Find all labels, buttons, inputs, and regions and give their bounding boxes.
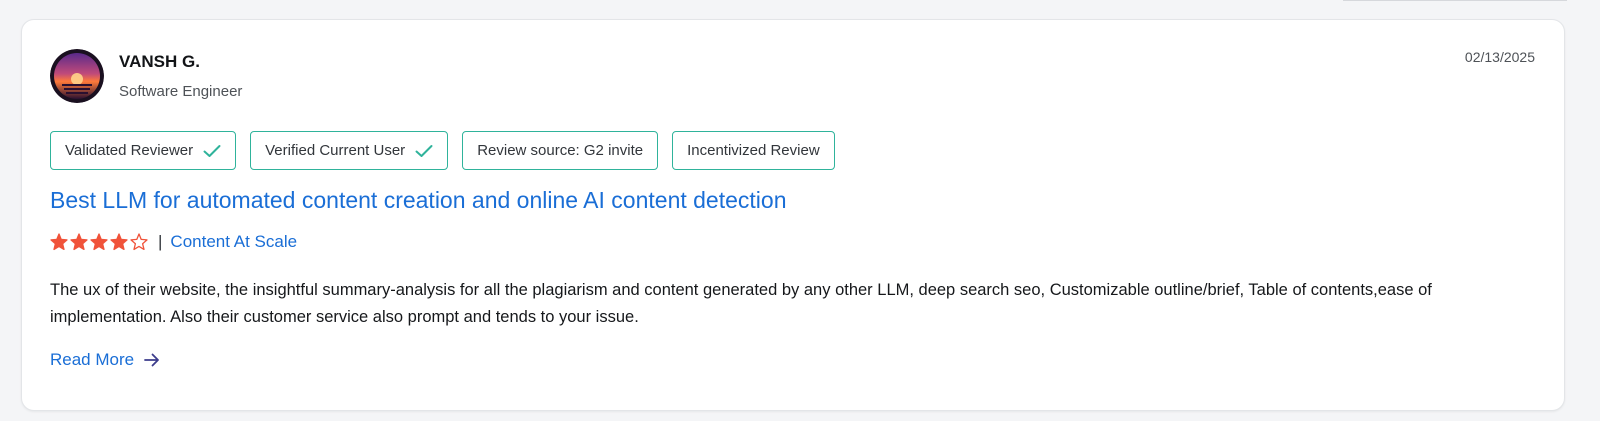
badge-row: Validated Reviewer Verified Current User…	[50, 131, 835, 170]
review-title[interactable]: Best LLM for automated content creation …	[50, 187, 786, 214]
avatar	[50, 49, 104, 103]
reviewer-role: Software Engineer	[119, 83, 243, 100]
read-more-label: Read More	[50, 350, 135, 369]
star-rating	[50, 233, 148, 251]
review-body: The ux of their website, the insightful …	[50, 281, 1432, 326]
arrow-right-icon	[144, 353, 160, 367]
review-date: 02/13/2025	[1464, 49, 1535, 65]
verified-current-user-badge: Verified Current User	[250, 131, 449, 170]
validated-reviewer-badge: Validated Reviewer	[50, 131, 237, 170]
star-filled-icon	[110, 233, 128, 251]
star-filled-icon	[70, 233, 88, 251]
review-card: VANSH G. Software Engineer 02/13/2025 Va…	[21, 19, 1565, 411]
star-empty-icon	[130, 233, 148, 251]
badge-label: Validated Reviewer	[65, 142, 194, 159]
star-filled-icon	[50, 233, 68, 251]
rating-separator: |	[158, 232, 163, 251]
badge-label: Verified Current User	[265, 142, 406, 159]
top-divider	[1343, 0, 1567, 1]
product-link[interactable]: Content At Scale	[170, 232, 297, 252]
review-source-badge: Review source: G2 invite	[462, 131, 659, 170]
badge-label: Review source: G2 invite	[477, 142, 644, 159]
check-icon	[203, 144, 221, 158]
badge-label: Incentivized Review	[687, 142, 820, 159]
star-filled-icon	[90, 233, 108, 251]
incentivized-review-badge: Incentivized Review	[672, 131, 835, 170]
reviewer-name: VANSH G.	[119, 52, 200, 71]
rating-row: | Content At Scale	[50, 232, 297, 252]
read-more-link[interactable]: Read More	[50, 350, 160, 370]
check-icon	[415, 144, 433, 158]
